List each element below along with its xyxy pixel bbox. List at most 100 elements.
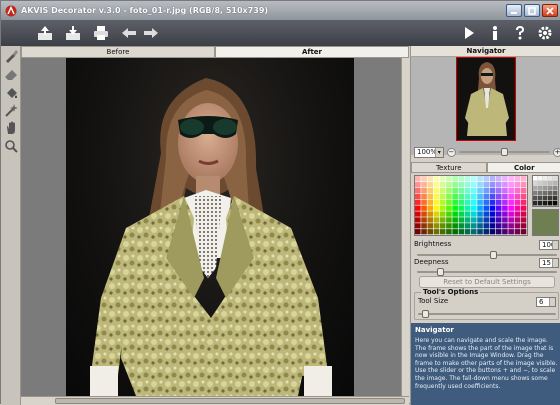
gray-cell[interactable]	[548, 186, 552, 190]
print-button[interactable]	[91, 23, 111, 43]
palette-cell[interactable]	[452, 200, 458, 205]
minimize-button[interactable]	[506, 4, 522, 17]
palette-cell[interactable]	[427, 217, 433, 222]
gray-cell[interactable]	[553, 176, 557, 180]
palette-cell[interactable]	[496, 176, 502, 181]
palette-cell[interactable]	[496, 211, 502, 216]
tab-color[interactable]: Color	[487, 162, 560, 173]
palette-cell[interactable]	[434, 182, 440, 187]
gray-cell[interactable]	[533, 191, 537, 195]
palette-cell[interactable]	[490, 176, 496, 181]
palette-cell[interactable]	[421, 211, 427, 216]
palette-cell[interactable]	[471, 194, 477, 199]
palette-cell[interactable]	[471, 229, 477, 234]
tool-size-input[interactable]: 6	[536, 297, 556, 307]
gray-cell[interactable]	[538, 201, 542, 205]
palette-cell[interactable]	[440, 229, 446, 234]
palette-cell[interactable]	[490, 182, 496, 187]
palette-cell[interactable]	[483, 211, 489, 216]
palette-cell[interactable]	[440, 182, 446, 187]
close-button[interactable]	[542, 4, 558, 17]
palette-cell[interactable]	[446, 182, 452, 187]
palette-cell[interactable]	[477, 188, 483, 193]
palette-cell[interactable]	[452, 176, 458, 181]
palette-cell[interactable]	[496, 188, 502, 193]
vertical-scrollbar[interactable]	[401, 58, 409, 396]
palette-cell[interactable]	[446, 188, 452, 193]
tab-texture[interactable]: Texture	[411, 162, 487, 173]
palette-cell[interactable]	[415, 194, 421, 199]
palette-cell[interactable]	[515, 176, 521, 181]
palette-cell[interactable]	[421, 206, 427, 211]
palette-cell[interactable]	[421, 182, 427, 187]
palette-cell[interactable]	[465, 211, 471, 216]
gray-cell[interactable]	[533, 181, 537, 185]
palette-cell[interactable]	[502, 176, 508, 181]
palette-cell[interactable]	[483, 176, 489, 181]
palette-cell[interactable]	[434, 211, 440, 216]
palette-cell[interactable]	[434, 188, 440, 193]
selected-color-swatch[interactable]	[532, 209, 559, 236]
palette-cell[interactable]	[434, 200, 440, 205]
palette-cell[interactable]	[415, 229, 421, 234]
palette-cell[interactable]	[434, 194, 440, 199]
gray-cell[interactable]	[548, 181, 552, 185]
palette-cell[interactable]	[496, 217, 502, 222]
palette-cell[interactable]	[521, 229, 527, 234]
tool-size-slider[interactable]	[418, 311, 556, 317]
navigator-preview[interactable]	[411, 57, 560, 155]
palette-cell[interactable]	[415, 182, 421, 187]
gray-cell[interactable]	[538, 186, 542, 190]
palette-cell[interactable]	[483, 182, 489, 187]
palette-cell[interactable]	[446, 194, 452, 199]
photo-canvas[interactable]	[66, 58, 354, 396]
palette-cell[interactable]	[471, 223, 477, 228]
reset-defaults-button[interactable]: Reset to Default Settings	[419, 276, 555, 288]
gray-cell[interactable]	[533, 201, 537, 205]
palette-cell[interactable]	[502, 217, 508, 222]
color-palette[interactable]	[414, 175, 528, 236]
palette-cell[interactable]	[415, 211, 421, 216]
palette-cell[interactable]	[477, 182, 483, 187]
palette-cell[interactable]	[421, 188, 427, 193]
palette-cell[interactable]	[521, 217, 527, 222]
palette-cell[interactable]	[421, 229, 427, 234]
palette-cell[interactable]	[440, 188, 446, 193]
palette-cell[interactable]	[521, 176, 527, 181]
palette-cell[interactable]	[440, 217, 446, 222]
palette-cell[interactable]	[490, 229, 496, 234]
palette-cell[interactable]	[521, 211, 527, 216]
palette-cell[interactable]	[440, 206, 446, 211]
palette-cell[interactable]	[471, 217, 477, 222]
palette-cell[interactable]	[521, 223, 527, 228]
palette-cell[interactable]	[477, 217, 483, 222]
palette-cell[interactable]	[471, 176, 477, 181]
palette-cell[interactable]	[434, 229, 440, 234]
palette-cell[interactable]	[508, 188, 514, 193]
palette-cell[interactable]	[452, 223, 458, 228]
gray-cell[interactable]	[548, 201, 552, 205]
run-button[interactable]	[459, 23, 479, 43]
palette-cell[interactable]	[465, 194, 471, 199]
palette-cell[interactable]	[483, 229, 489, 234]
palette-cell[interactable]	[434, 206, 440, 211]
zoom-tool[interactable]	[2, 138, 20, 154]
gray-cell[interactable]	[543, 186, 547, 190]
palette-cell[interactable]	[521, 206, 527, 211]
magic-wand-tool[interactable]	[2, 102, 20, 118]
palette-cell[interactable]	[427, 176, 433, 181]
navigator-thumbnail[interactable]	[456, 57, 516, 141]
palette-cell[interactable]	[483, 200, 489, 205]
undo-button[interactable]	[119, 23, 139, 43]
palette-cell[interactable]	[471, 211, 477, 216]
gray-cell[interactable]	[543, 191, 547, 195]
palette-cell[interactable]	[446, 176, 452, 181]
palette-cell[interactable]	[490, 200, 496, 205]
gray-cell[interactable]	[543, 201, 547, 205]
palette-cell[interactable]	[508, 206, 514, 211]
palette-cell[interactable]	[459, 176, 465, 181]
palette-cell[interactable]	[465, 200, 471, 205]
image-window[interactable]	[21, 58, 409, 396]
palette-cell[interactable]	[427, 200, 433, 205]
palette-cell[interactable]	[459, 194, 465, 199]
